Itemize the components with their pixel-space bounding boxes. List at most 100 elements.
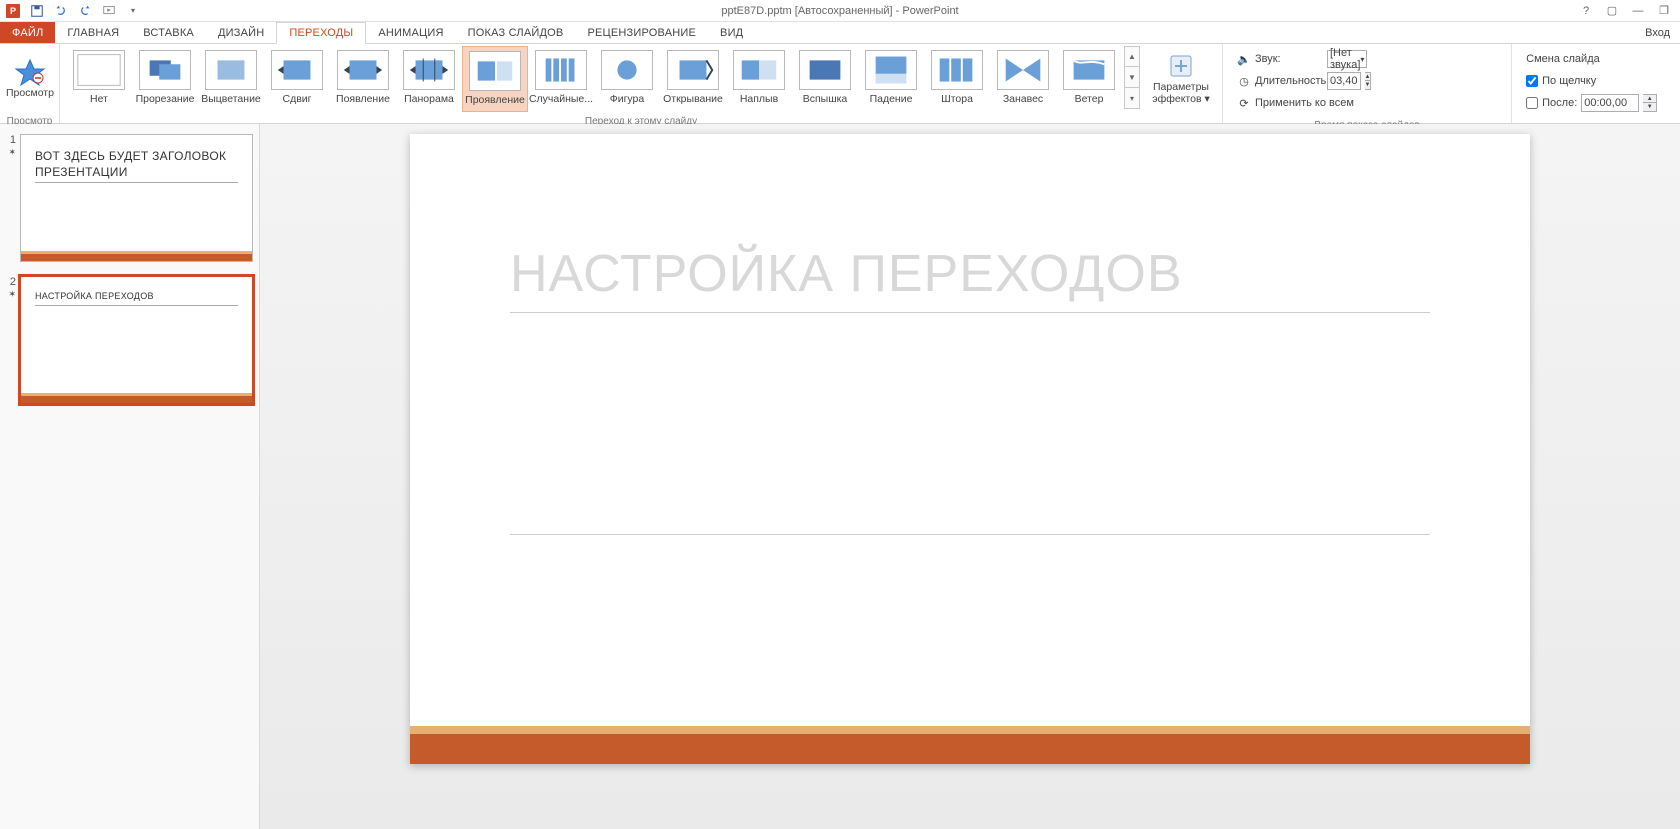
ribbon-group-advance: Смена слайда По щелчку После: 00:00,00 ▲ [1512,44,1680,123]
transition-item-4[interactable]: Появление [330,46,396,112]
tab-insert[interactable]: ВСТАВКА [131,22,206,43]
transition-item-11[interactable]: Вспышка [792,46,858,112]
tab-home[interactable]: ГЛАВНАЯ [55,22,131,43]
transition-item-12[interactable]: Падение [858,46,924,112]
transition-item-label: Выцветание [201,93,261,105]
gallery-row-down-icon[interactable]: ▼ [1124,67,1140,88]
slide-thumb-entry: 1✶ ВОТ ЗДЕСЬ БУДЕТ ЗАГОЛОВОК ПРЕЗЕНТАЦИИ [6,134,253,262]
transition-item-5[interactable]: Панорама [396,46,462,112]
tab-design[interactable]: ДИЗАЙН [206,22,276,43]
qat-customize-icon[interactable]: ▾ [124,2,142,20]
transition-item-label: Занавес [1003,93,1043,105]
transition-item-0[interactable]: Нет [66,46,132,112]
advance-slide-label: Смена слайда [1526,53,1600,65]
transition-thumb-icon [601,50,653,90]
tab-slideshow[interactable]: ПОКАЗ СЛАЙДОВ [456,22,576,43]
transition-indicator-icon: ✶ [6,289,16,300]
transition-item-7[interactable]: Случайные... [528,46,594,112]
transition-thumb-icon [205,50,257,90]
transition-item-label: Фигура [610,93,645,105]
transition-item-label: Наплыв [740,93,778,105]
tab-transitions[interactable]: ПЕРЕХОДЫ [276,22,366,44]
ribbon-tabs: ФАЙЛ ГЛАВНАЯ ВСТАВКА ДИЗАЙН ПЕРЕХОДЫ АНИ… [0,22,1680,44]
after-checkbox-input[interactable] [1526,97,1538,109]
duration-spinner: ▲ ▼ [1365,72,1372,90]
slide-1-title: ВОТ ЗДЕСЬ БУДЕТ ЗАГОЛОВОК ПРЕЗЕНТАЦИИ [35,149,238,183]
content-area: 1✶ ВОТ ЗДЕСЬ БУДЕТ ЗАГОЛОВОК ПРЕЗЕНТАЦИИ… [0,124,1680,829]
gallery-more-icon[interactable]: ▾ [1124,88,1140,109]
duration-icon: ◷ [1237,74,1251,88]
canvas-separator [510,534,1430,535]
transition-item-8[interactable]: Фигура [594,46,660,112]
undo-icon[interactable] [52,2,70,20]
effect-options-label: Параметры эффектов ▾ [1146,82,1216,105]
on-click-checkbox[interactable]: По щелчку [1526,75,1596,87]
transition-item-10[interactable]: Наплыв [726,46,792,112]
tab-file[interactable]: ФАЙЛ [0,22,55,43]
after-spin-down-icon[interactable]: ▼ [1643,103,1657,112]
transition-item-13[interactable]: Штора [924,46,990,112]
ribbon: Просмотр Просмотр Нет Прорезание Выцветани… [0,44,1680,124]
minimize-icon[interactable]: — [1630,4,1646,18]
help-icon[interactable]: ? [1578,4,1594,18]
slide-number: 2✶ [6,276,20,404]
duration-input[interactable]: 03,40 [1327,72,1361,90]
gallery-row-up-icon[interactable]: ▲ [1124,46,1140,67]
transition-item-label: Сдвиг [283,93,312,105]
save-icon[interactable] [28,2,46,20]
transition-item-2[interactable]: Выцветание [198,46,264,112]
transition-item-14[interactable]: Занавес [990,46,1056,112]
after-time-input[interactable]: 00:00,00 [1581,94,1639,112]
on-click-checkbox-input[interactable] [1526,75,1538,87]
transition-item-9[interactable]: Открывание [660,46,726,112]
slide-thumb-entry: 2✶ НАСТРОЙКА ПЕРЕХОДОВ [6,276,253,404]
transition-thumb-icon [403,50,455,90]
transition-thumb-icon [865,50,917,90]
sign-in-link[interactable]: Вход [1635,22,1680,43]
transition-thumb-icon [73,50,125,90]
slide-thumbnail-1[interactable]: ВОТ ЗДЕСЬ БУДЕТ ЗАГОЛОВОК ПРЕЗЕНТАЦИИ [20,134,253,262]
canvas-title[interactable]: НАСТРОЙКА ПЕРЕХОДОВ [510,244,1430,313]
slide-editor[interactable]: НАСТРОЙКА ПЕРЕХОДОВ [260,124,1680,829]
after-checkbox[interactable]: После: [1526,97,1577,109]
tab-review[interactable]: РЕЦЕНЗИРОВАНИЕ [575,22,708,43]
tab-animation[interactable]: АНИМАЦИЯ [366,22,455,43]
duration-spin-down-icon[interactable]: ▼ [1365,81,1372,90]
app-icon[interactable]: P [4,2,22,20]
ribbon-group-preview: Просмотр Просмотр [0,44,60,123]
transition-item-label: Панорама [404,93,454,105]
slide-canvas[interactable]: НАСТРОЙКА ПЕРЕХОДОВ [410,134,1530,764]
transition-thumb-icon [799,50,851,90]
tab-view[interactable]: ВИД [708,22,755,43]
transition-thumb-icon [1063,50,1115,90]
redo-icon[interactable] [76,2,94,20]
transition-item-label: Открывание [663,93,723,105]
transition-indicator-icon: ✶ [6,147,16,158]
slide-decoration-bar [21,396,252,403]
transition-item-15[interactable]: Ветер [1056,46,1122,112]
slide-thumbnail-2[interactable]: НАСТРОЙКА ПЕРЕХОДОВ [20,276,253,404]
after-spin-up-icon[interactable]: ▲ [1643,94,1657,103]
slide-thumbnails-panel: 1✶ ВОТ ЗДЕСЬ БУДЕТ ЗАГОЛОВОК ПРЕЗЕНТАЦИИ… [0,124,260,829]
duration-spin-up-icon[interactable]: ▲ [1365,72,1372,81]
ribbon-group-transitions: Нет Прорезание Выцветание Сдвиг Появление Пан… [60,44,1223,123]
effect-options-button[interactable]: Параметры эффектов ▾ [1146,46,1216,112]
restore-icon[interactable]: ❐ [1656,4,1672,18]
transition-thumb-icon [997,50,1049,90]
quick-access-toolbar: P ▾ [0,2,142,20]
preview-star-icon [14,58,46,86]
sound-dropdown[interactable]: [Нет звука]▾ [1327,50,1367,68]
transition-thumb-icon [139,50,191,90]
transition-thumb-icon [535,50,587,90]
gallery-scroll: ▲ ▼ ▾ [1124,46,1140,109]
apply-to-all-button[interactable]: Применить ко всем [1255,97,1354,109]
transition-item-label: Вспышка [803,93,848,105]
start-from-beginning-icon[interactable] [100,2,118,20]
sound-icon: 🔈 [1237,52,1251,66]
transition-item-1[interactable]: Прорезание [132,46,198,112]
preview-button[interactable]: Просмотр [6,46,54,112]
transition-item-label: Прорезание [136,93,195,105]
transition-item-3[interactable]: Сдвиг [264,46,330,112]
transition-item-6[interactable]: Проявление [462,46,528,112]
ribbon-display-icon[interactable]: ▢ [1604,4,1620,18]
